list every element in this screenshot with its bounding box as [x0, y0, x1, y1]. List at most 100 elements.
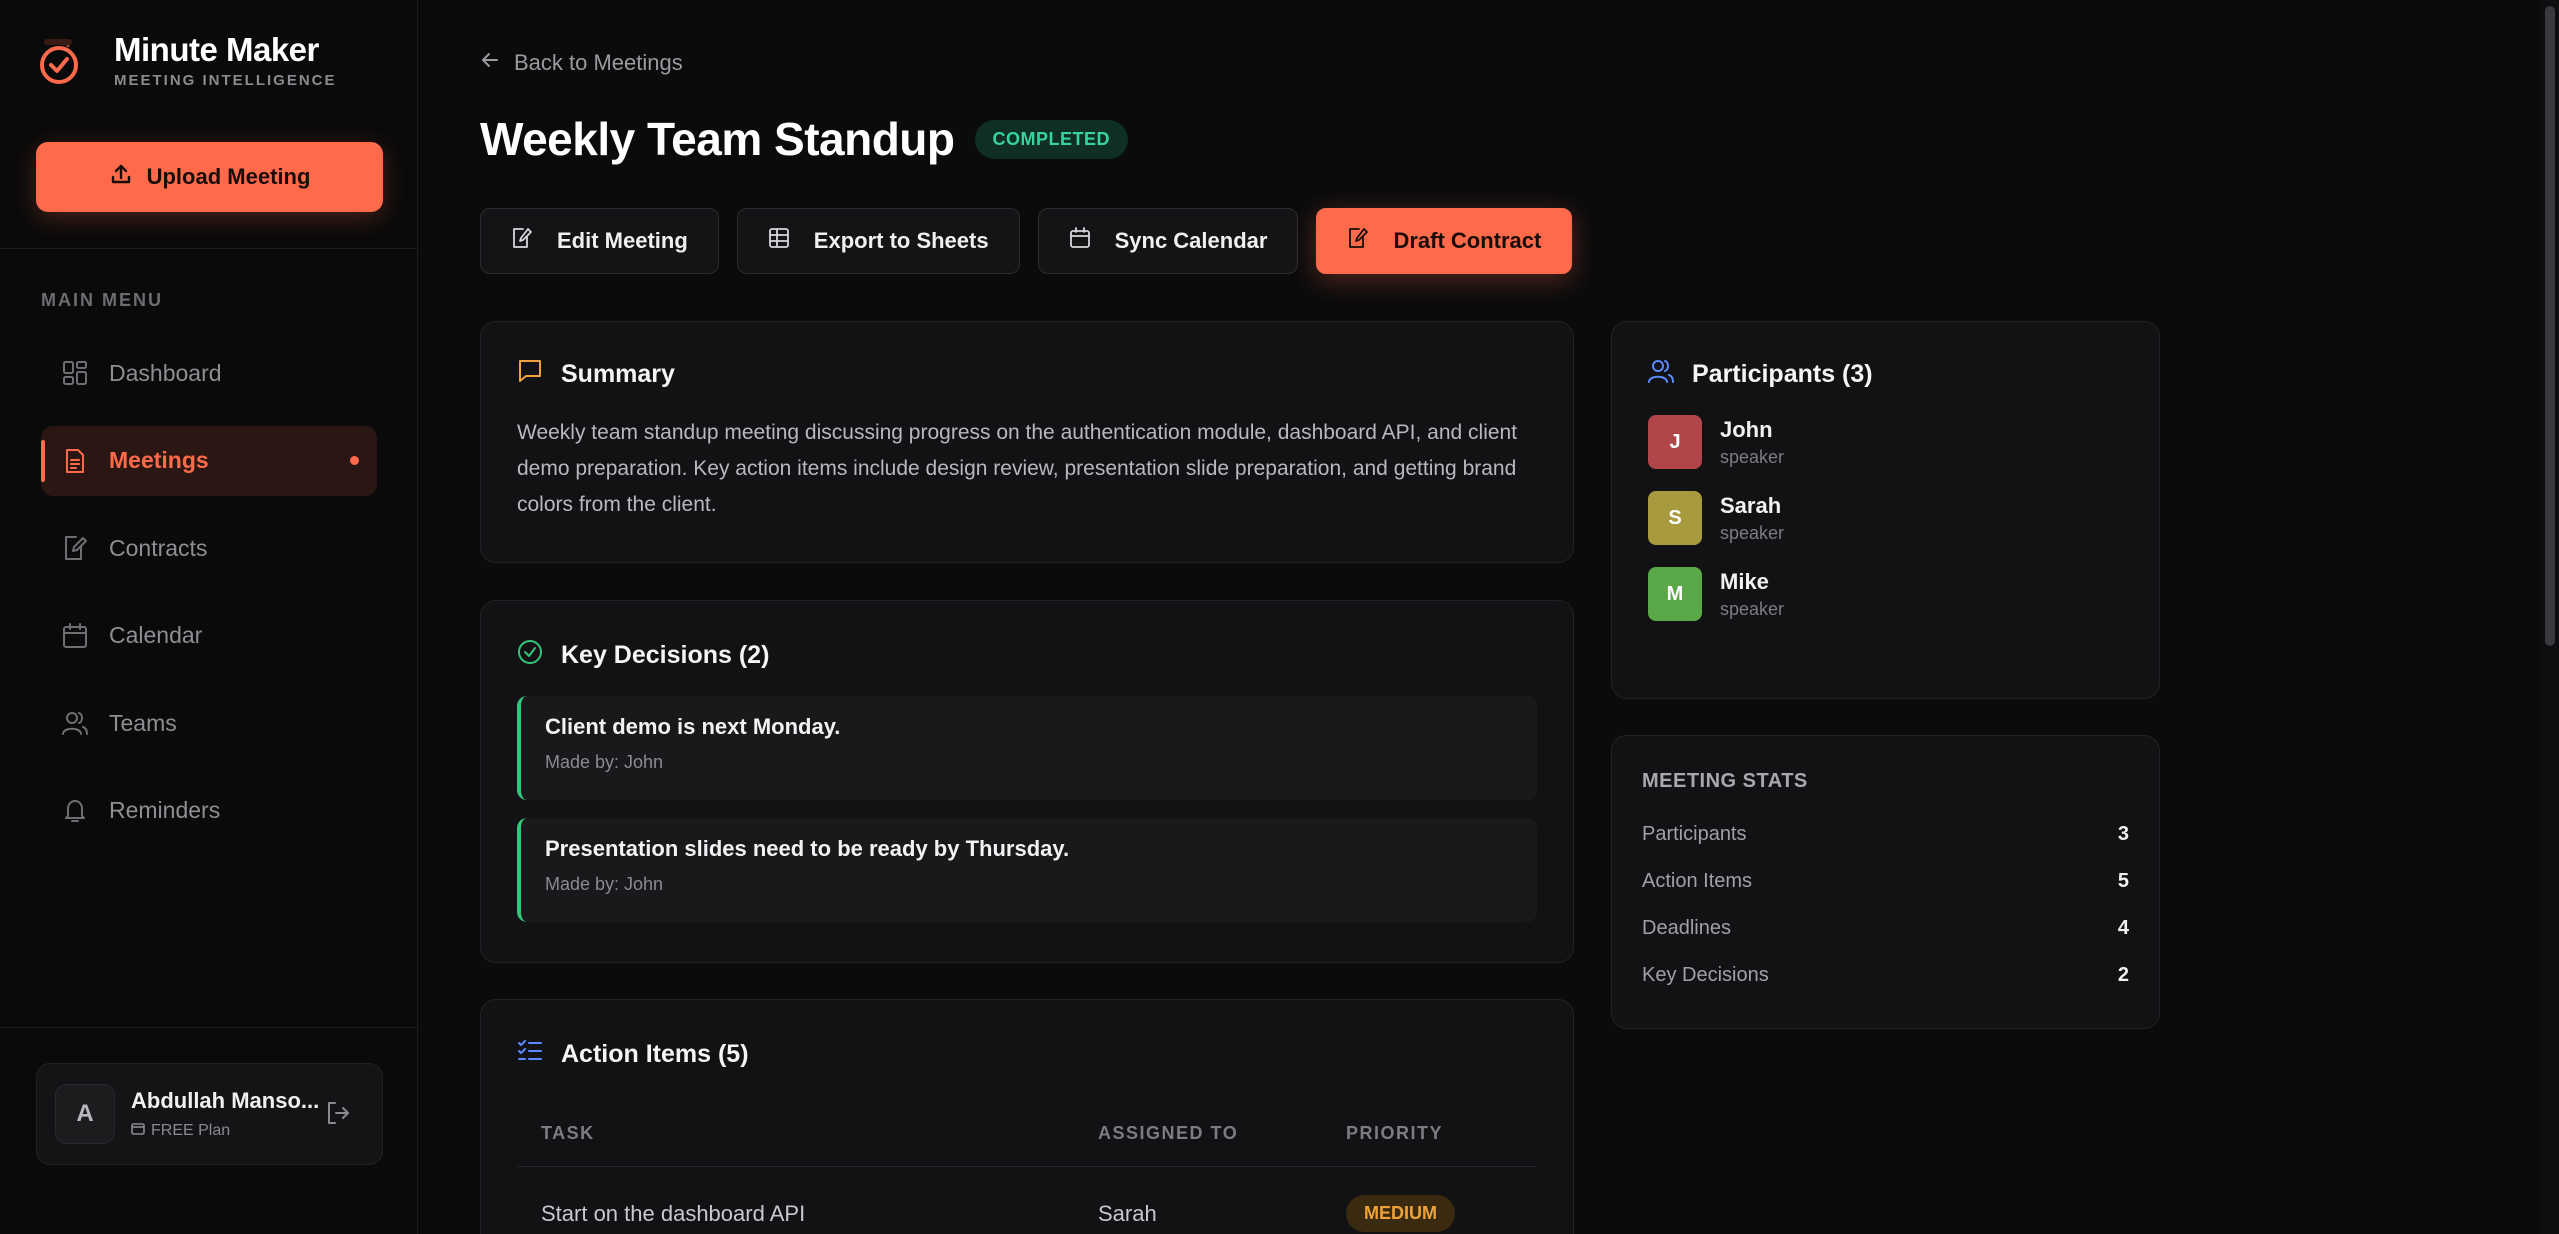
checklist-icon [517, 1038, 543, 1071]
export-to-sheets-label: Export to Sheets [813, 228, 989, 253]
decision-text: Presentation slides need to be ready by … [545, 836, 1070, 861]
participants-title: Participants (3) [1692, 360, 1873, 388]
draft-contract-label: Draft Contract [1393, 228, 1542, 253]
sidebar-item-dashboard[interactable]: Dashboard [41, 338, 377, 408]
stat-label: Action Items [1642, 870, 1753, 892]
avatar: A [55, 1084, 115, 1144]
scrollbar-thumb[interactable] [2545, 6, 2555, 646]
stat-label: Participants [1642, 823, 1747, 845]
task-cell: Start on the dashboard API [541, 1200, 806, 1226]
back-link-label: Back to Meetings [514, 50, 683, 75]
user-name: Abdullah Manso... [131, 1088, 320, 1113]
meeting-stats-card: MEETING STATS Participants 3 Action Item… [1611, 735, 2160, 1029]
sidebar-divider [0, 1027, 418, 1028]
stat-row: Key Decisions 2 [1642, 964, 2129, 987]
stat-row: Action Items 5 [1642, 870, 2129, 893]
participant-row[interactable]: J John speaker [1648, 415, 2123, 469]
sidebar: Minute Maker MEETING INTELLIGENCE Upload… [0, 0, 418, 1234]
brand-name: Minute Maker [114, 31, 319, 68]
check-circle-icon [517, 639, 543, 672]
logout-icon[interactable] [324, 1099, 352, 1132]
user-profile-card[interactable]: A Abdullah Manso... FREE Plan [36, 1063, 383, 1165]
avatar: M [1648, 567, 1702, 621]
meeting-stats-title: MEETING STATS [1642, 770, 1808, 792]
participant-name: Mike [1720, 568, 1769, 594]
user-plan: FREE Plan [131, 1122, 321, 1140]
summary-title: Summary [561, 360, 675, 388]
status-badge: COMPLETED [974, 119, 1129, 159]
table-row[interactable]: Start on the dashboard API Sarah MEDIUM [517, 1195, 1537, 1232]
action-items-title: Action Items (5) [561, 1040, 749, 1068]
stat-label: Deadlines [1642, 917, 1731, 939]
sidebar-divider [0, 248, 418, 249]
sidebar-item-label: Meetings [109, 447, 209, 473]
sidebar-item-label: Dashboard [109, 359, 222, 386]
active-indicator-dot [350, 456, 359, 465]
stat-value: 4 [2117, 917, 2129, 939]
main-nav: Dashboard Meetings Contracts Calendar Te… [41, 338, 377, 863]
chat-icon [517, 358, 543, 391]
stat-row: Deadlines 4 [1642, 917, 2129, 940]
edit-meeting-button[interactable]: Edit Meeting [480, 208, 719, 274]
upload-icon [109, 162, 133, 192]
stat-row: Participants 3 [1642, 823, 2129, 846]
key-decisions-card: Key Decisions (2) Client demo is next Mo… [480, 600, 1574, 963]
stat-label: Key Decisions [1642, 964, 1769, 986]
column-header-priority: PRIORITY [1346, 1123, 1444, 1143]
document-icon [61, 447, 89, 475]
scrollbar-track[interactable] [2541, 0, 2559, 1234]
sidebar-item-label: Contracts [109, 534, 208, 561]
decision-item: Presentation slides need to be ready by … [517, 818, 1537, 922]
calendar-icon [61, 622, 89, 650]
column-header-assigned-to: ASSIGNED TO [1098, 1123, 1239, 1143]
page-title: Weekly Team Standup [480, 113, 955, 165]
table-divider [517, 1166, 1537, 1167]
participant-row[interactable]: S Sarah speaker [1648, 491, 2123, 545]
contract-icon [61, 534, 89, 562]
draft-contract-button[interactable]: Draft Contract [1316, 208, 1573, 274]
sync-calendar-button[interactable]: Sync Calendar [1037, 208, 1299, 274]
sidebar-item-reminders[interactable]: Reminders [41, 776, 377, 846]
card-icon [131, 1122, 145, 1140]
participant-row[interactable]: M Mike speaker [1648, 567, 2123, 621]
logo-icon [38, 35, 84, 87]
summary-text: Weekly team standup meeting discussing p… [517, 421, 1518, 516]
participant-name: John [1720, 416, 1773, 442]
dashboard-icon [61, 359, 89, 387]
brand[interactable]: Minute Maker MEETING INTELLIGENCE [38, 32, 337, 89]
sidebar-item-teams[interactable]: Teams [41, 688, 377, 758]
decision-author: Made by: John [545, 752, 664, 772]
users-icon [1648, 358, 1674, 391]
column-header-task: TASK [541, 1123, 595, 1143]
participant-role: speaker [1720, 598, 1785, 619]
avatar: J [1648, 415, 1702, 469]
upload-meeting-button[interactable]: Upload Meeting [36, 142, 383, 212]
users-icon [61, 709, 89, 737]
decision-item: Client demo is next Monday. Made by: Joh… [517, 696, 1537, 800]
sidebar-item-label: Reminders [109, 797, 221, 823]
main-menu-label: MAIN MENU [41, 290, 163, 310]
edit-icon [511, 227, 533, 255]
sidebar-item-meetings[interactable]: Meetings [41, 425, 377, 496]
assignee-cell: Sarah [1098, 1200, 1157, 1226]
user-plan-label: FREE Plan [151, 1122, 231, 1139]
export-to-sheets-button[interactable]: Export to Sheets [736, 208, 1020, 274]
sidebar-item-label: Calendar [109, 622, 203, 648]
edit-meeting-label: Edit Meeting [557, 228, 688, 253]
summary-card: Summary Weekly team standup meeting disc… [480, 321, 1574, 563]
action-items-card: Action Items (5) TASK ASSIGNED TO PRIORI… [480, 999, 1574, 1234]
table-icon [768, 227, 790, 255]
table-header: TASK ASSIGNED TO PRIORITY [517, 1123, 1537, 1144]
participants-card: Participants (3) J John speaker S Sarah … [1611, 321, 2160, 699]
stat-value: 2 [2117, 964, 2129, 986]
upload-meeting-label: Upload Meeting [146, 164, 311, 189]
participant-role: speaker [1720, 522, 1785, 543]
calendar-icon [1069, 227, 1091, 255]
key-decisions-title: Key Decisions (2) [561, 641, 770, 669]
sidebar-item-contracts[interactable]: Contracts [41, 513, 377, 583]
avatar: S [1648, 491, 1702, 545]
back-to-meetings-link[interactable]: Back to Meetings [480, 50, 683, 76]
sync-calendar-label: Sync Calendar [1114, 228, 1268, 253]
sidebar-item-calendar[interactable]: Calendar [41, 601, 377, 671]
bell-icon [61, 797, 89, 825]
